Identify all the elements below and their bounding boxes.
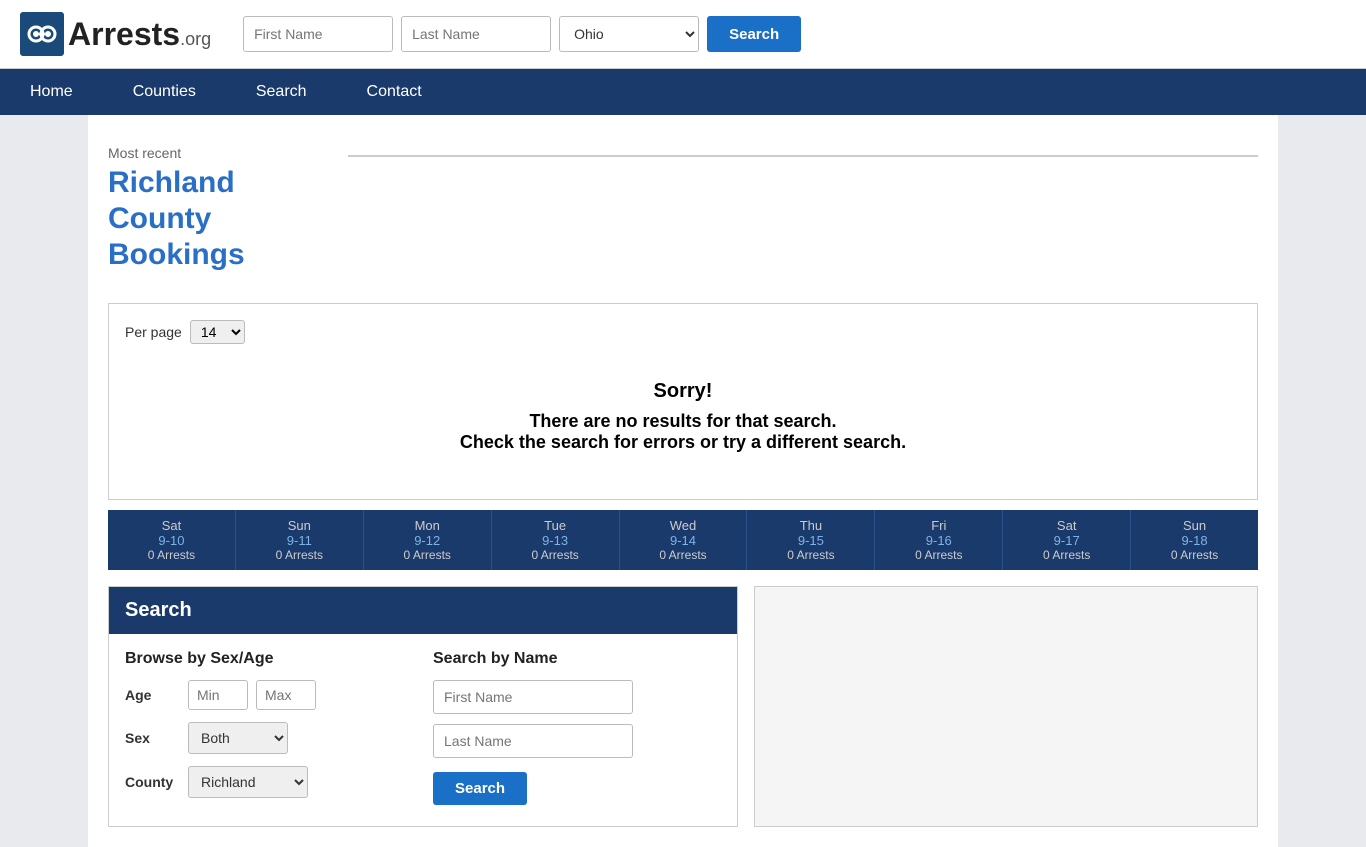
- date-link[interactable]: 9-17: [1007, 533, 1126, 548]
- date-day-label: Wed: [624, 518, 743, 533]
- date-day-label: Tue: [496, 518, 615, 533]
- date-day-label: Thu: [751, 518, 870, 533]
- per-page-row: Per page 14 25 50: [125, 320, 1241, 344]
- no-results-title: Sorry!: [125, 380, 1241, 403]
- county-row: County Richland Franklin Cuyahoga: [125, 766, 413, 798]
- nav-item-contact[interactable]: Contact: [337, 69, 452, 115]
- browse-subtitle: Browse by Sex/Age: [125, 650, 413, 668]
- date-arrests-count: 0 Arrests: [368, 548, 487, 562]
- logo: Arrests.org: [20, 12, 211, 56]
- search-name-section: Search by Name Search: [433, 650, 721, 810]
- date-link[interactable]: 9-18: [1135, 533, 1254, 548]
- search-panel: Search Browse by Sex/Age Age Sex: [108, 586, 738, 827]
- date-day-label: Sun: [240, 518, 359, 533]
- sex-label: Sex: [125, 730, 180, 746]
- county-title: Richland County Bookings: [108, 165, 328, 273]
- search-first-name-input[interactable]: [433, 680, 633, 714]
- county-title-area: Most recent Richland County Bookings: [108, 145, 328, 273]
- date-day-label: Sat: [1007, 518, 1126, 533]
- date-link[interactable]: 9-11: [240, 533, 359, 548]
- content-area: Most recent Richland County Bookings Per…: [88, 115, 1278, 847]
- sex-row: Sex Both Male Female: [125, 722, 413, 754]
- date-arrests-count: 0 Arrests: [751, 548, 870, 562]
- date-day-label: Mon: [368, 518, 487, 533]
- search-panel-body: Browse by Sex/Age Age Sex Both Male Fema: [109, 634, 737, 826]
- date-arrests-count: 0 Arrests: [879, 548, 998, 562]
- date-cell-7: Sat 9-17 0 Arrests: [1003, 510, 1131, 570]
- results-box: Per page 14 25 50 Sorry! There are no re…: [108, 303, 1258, 500]
- date-cell-2: Mon 9-12 0 Arrests: [364, 510, 492, 570]
- header-first-name-input[interactable]: [243, 16, 393, 52]
- date-cell-0: Sat 9-10 0 Arrests: [108, 510, 236, 570]
- date-day-label: Sun: [1135, 518, 1254, 533]
- side-panel: [754, 586, 1258, 827]
- date-cell-5: Thu 9-15 0 Arrests: [747, 510, 875, 570]
- no-results-line2: Check the search for errors or try a dif…: [125, 432, 1241, 453]
- nav-item-home[interactable]: Home: [0, 69, 103, 115]
- header-search-form: Ohio Alabama Alaska Florida Georgia Sear…: [243, 16, 801, 52]
- age-max-input[interactable]: [256, 680, 316, 710]
- no-results-line1: There are no results for that search.: [125, 411, 1241, 432]
- county-select[interactable]: Richland Franklin Cuyahoga: [188, 766, 308, 798]
- date-cell-6: Fri 9-16 0 Arrests: [875, 510, 1003, 570]
- age-min-input[interactable]: [188, 680, 248, 710]
- date-arrests-count: 0 Arrests: [624, 548, 743, 562]
- date-cell-1: Sun 9-11 0 Arrests: [236, 510, 364, 570]
- date-bar: Sat 9-10 0 Arrests Sun 9-11 0 Arrests Mo…: [108, 510, 1258, 570]
- date-link[interactable]: 9-14: [624, 533, 743, 548]
- date-link[interactable]: 9-15: [751, 533, 870, 548]
- nav-item-search[interactable]: Search: [226, 69, 337, 115]
- most-recent-section: Most recent Richland County Bookings: [108, 135, 1258, 293]
- header-state-select[interactable]: Ohio Alabama Alaska Florida Georgia: [559, 16, 699, 52]
- header-last-name-input[interactable]: [401, 16, 551, 52]
- date-link[interactable]: 9-10: [112, 533, 231, 548]
- per-page-select[interactable]: 14 25 50: [190, 320, 245, 344]
- handcuffs-icon: [26, 18, 58, 50]
- per-page-label: Per page: [125, 324, 182, 340]
- date-link[interactable]: 9-13: [496, 533, 615, 548]
- date-day-label: Sat: [112, 518, 231, 533]
- navigation-bar: Home Counties Search Contact: [0, 69, 1366, 115]
- date-arrests-count: 0 Arrests: [1135, 548, 1254, 562]
- search-section-wrapper: Search Browse by Sex/Age Age Sex: [108, 586, 1258, 847]
- logo-brand-text: Arrests.org: [68, 16, 211, 53]
- county-label: County: [125, 774, 180, 790]
- page-header: Arrests.org Ohio Alabama Alaska Florida …: [0, 0, 1366, 69]
- date-cell-8: Sun 9-18 0 Arrests: [1131, 510, 1258, 570]
- date-arrests-count: 0 Arrests: [240, 548, 359, 562]
- age-label: Age: [125, 687, 180, 703]
- search-by-name-subtitle: Search by Name: [433, 650, 721, 668]
- date-link[interactable]: 9-12: [368, 533, 487, 548]
- sex-select[interactable]: Both Male Female: [188, 722, 288, 754]
- content-right-area: [348, 155, 1258, 273]
- date-cell-3: Tue 9-13 0 Arrests: [492, 510, 620, 570]
- most-recent-label: Most recent: [108, 145, 328, 161]
- logo-icon: [20, 12, 64, 56]
- date-arrests-count: 0 Arrests: [112, 548, 231, 562]
- date-cell-4: Wed 9-14 0 Arrests: [620, 510, 748, 570]
- date-link[interactable]: 9-16: [879, 533, 998, 548]
- main-content: Most recent Richland County Bookings Per…: [0, 115, 1366, 847]
- search-panel-header: Search: [109, 587, 737, 634]
- search-submit-button[interactable]: Search: [433, 772, 527, 805]
- date-day-label: Fri: [879, 518, 998, 533]
- browse-section: Browse by Sex/Age Age Sex Both Male Fema: [125, 650, 413, 810]
- date-arrests-count: 0 Arrests: [496, 548, 615, 562]
- no-results-message: Sorry! There are no results for that sea…: [125, 360, 1241, 483]
- search-last-name-input[interactable]: [433, 724, 633, 758]
- nav-item-counties[interactable]: Counties: [103, 69, 226, 115]
- age-row: Age: [125, 680, 413, 710]
- header-search-button[interactable]: Search: [707, 16, 801, 52]
- date-arrests-count: 0 Arrests: [1007, 548, 1126, 562]
